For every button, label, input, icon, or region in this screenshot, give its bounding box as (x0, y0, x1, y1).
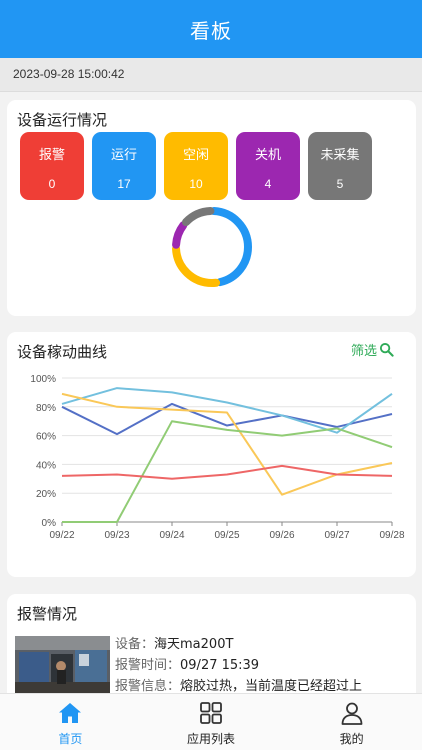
filter-button[interactable]: 筛选 (351, 340, 394, 359)
y-tick-label: 0% (42, 518, 57, 529)
current-datetime: 2023-09-28 15:00:42 (13, 67, 125, 81)
page-title: 看板 (190, 18, 232, 43)
bottom-nav: 首页 应用列表 我的 (0, 693, 422, 750)
status-tile-off[interactable]: 关机 4 (236, 132, 300, 200)
alarm-device-value: 海天ma200T (154, 637, 234, 652)
device-status-card: 设备运行情况 报警 0 运行 17 空闲 10 关机 4 未采集 5 (7, 100, 416, 316)
y-tick-label: 40% (36, 460, 56, 471)
status-tile-idle[interactable]: 空闲 10 (164, 132, 228, 200)
utilization-chart-card: 设备稼动曲线 筛选 0% 20% 40% 60% 80% 100% 09/22 09/23 09… (7, 332, 416, 577)
status-tile-alarm[interactable]: 报警 0 (20, 132, 84, 200)
nav-app-list-label: 应用列表 (187, 732, 236, 746)
datetime-bar: 2023-09-28 15:00:42 (0, 58, 422, 92)
utilization-line-chart: 0% 20% 40% 60% 80% 100% 09/22 09/23 09/24 09/25 09… (30, 374, 405, 541)
status-tile-count: 0 (48, 177, 56, 191)
nav-mine[interactable]: 我的 (281, 694, 422, 750)
status-tile-label: 运行 (110, 148, 137, 163)
series-line-3 (62, 420, 393, 523)
user-icon (341, 702, 363, 725)
status-tiles: 报警 0 运行 17 空闲 10 关机 4 未采集 5 (20, 132, 372, 200)
alarm-device-key: 设备： (115, 637, 155, 652)
status-tile-count: 17 (117, 177, 131, 191)
status-tile-label: 未采集 (320, 148, 360, 163)
alarm-device-row: 设备：海天ma200T (115, 634, 405, 655)
x-tick-label: 09/22 (49, 530, 74, 541)
device-status-title: 设备运行情况 (17, 111, 108, 129)
x-tick-label: 09/23 (104, 530, 129, 541)
status-donut-chart (172, 207, 252, 287)
status-tile-uncollected[interactable]: 未采集 5 (308, 132, 372, 200)
series-line-2 (61, 392, 393, 496)
grid-icon (200, 702, 222, 724)
status-tile-count: 4 (264, 177, 272, 191)
alarm-title: 报警情况 (17, 605, 78, 623)
status-tile-count: 5 (336, 177, 344, 191)
status-tile-label: 关机 (254, 148, 281, 163)
x-tick-label: 09/28 (379, 530, 404, 541)
nav-mine-label: 我的 (339, 732, 364, 746)
x-tick-label: 09/24 (159, 530, 184, 541)
alarm-details: 设备：海天ma200T 报警时间：09/27 15:39 报警信息： 熔胶过热，当… (115, 634, 405, 697)
y-tick-label: 100% (30, 374, 56, 385)
y-tick-label: 60% (36, 432, 56, 443)
home-icon (59, 703, 82, 723)
nav-home-label: 首页 (58, 732, 83, 746)
status-tile-count: 10 (189, 177, 203, 191)
nav-app-list[interactable]: 应用列表 (141, 694, 282, 750)
filter-label: 筛选 (350, 344, 377, 359)
x-tick-label: 09/26 (269, 530, 294, 541)
status-tile-running[interactable]: 运行 17 (92, 132, 156, 200)
alarm-device-photo[interactable] (15, 636, 110, 694)
x-tick-label: 09/27 (324, 530, 349, 541)
alarm-time-value: 09/27 15:39 (180, 658, 260, 673)
top-bar: 看板 (0, 0, 422, 58)
chart-title: 设备稼动曲线 (17, 343, 108, 361)
alarm-time-row: 报警时间：09/27 15:39 (115, 655, 405, 676)
x-tick-label: 09/25 (214, 530, 239, 541)
status-tile-label: 报警 (38, 148, 65, 163)
search-icon (379, 342, 394, 357)
y-tick-label: 20% (36, 489, 56, 500)
nav-home[interactable]: 首页 (0, 694, 141, 750)
y-tick-label: 80% (36, 403, 56, 414)
status-tile-label: 空闲 (182, 148, 209, 163)
alarm-time-key: 报警时间： (115, 658, 181, 673)
